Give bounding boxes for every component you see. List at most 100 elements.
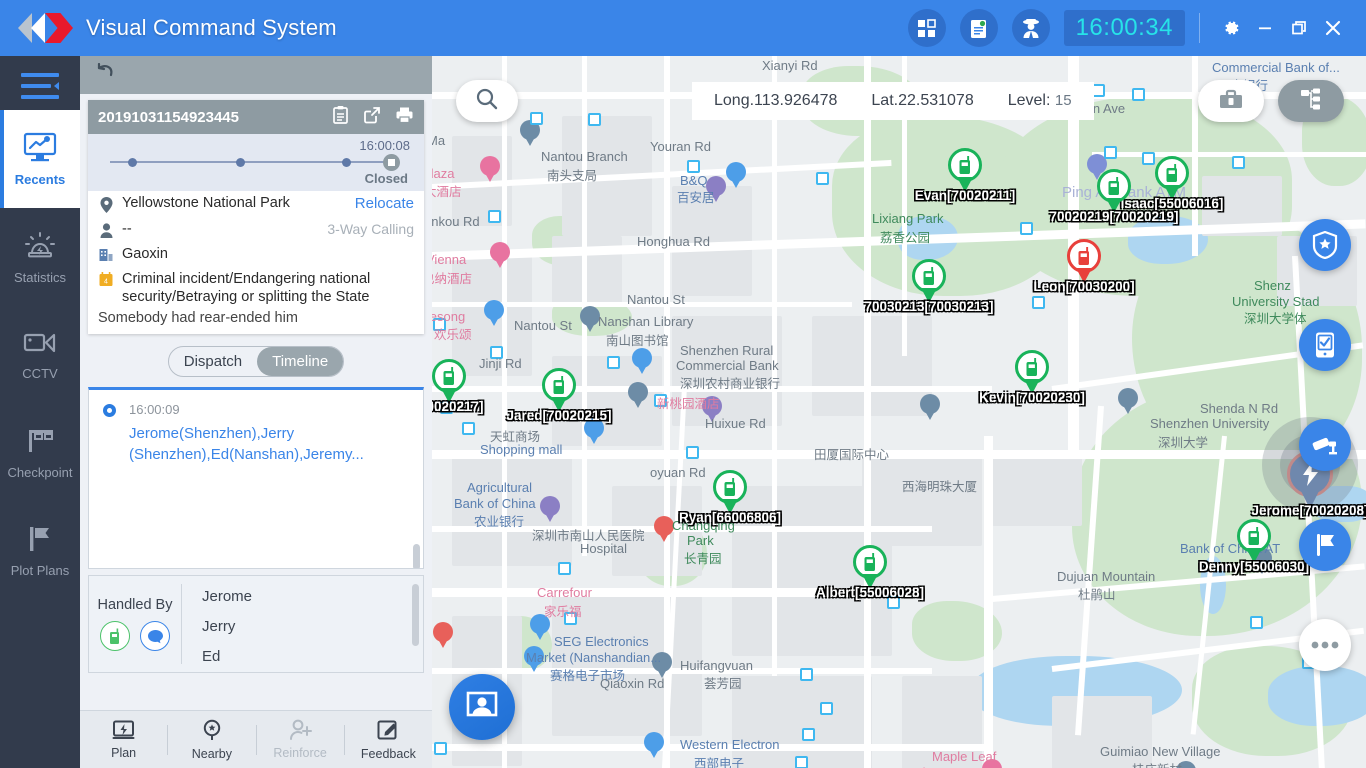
unit-marker[interactable]: 70030213[70030213]: [864, 259, 994, 314]
map-label: Xianyi Rd: [762, 58, 818, 73]
calendar-badge-icon: 4: [98, 270, 114, 287]
unit-marker[interactable]: Leon[70030200]: [1033, 239, 1135, 294]
mobile-task-button[interactable]: [1299, 319, 1351, 371]
walkie-talkie-icon: [432, 359, 466, 393]
handled-by-scrollbar[interactable]: [412, 584, 419, 646]
map-poi-pin[interactable]: [628, 382, 648, 409]
feedback-label: Feedback: [360, 746, 416, 761]
sidebar: Recents Statistics CCTV Checkpoint Plot …: [0, 56, 80, 768]
map-poi-pin[interactable]: [484, 300, 504, 327]
tab-dispatch[interactable]: Dispatch: [169, 347, 257, 376]
unit-marker[interactable]: Ryan[66006806]: [679, 470, 781, 525]
clipboard-icon[interactable]: [332, 105, 349, 129]
map-poi-pin[interactable]: [540, 496, 560, 523]
tab-timeline[interactable]: Timeline: [257, 347, 344, 376]
video-call-button[interactable]: [449, 674, 515, 740]
timeline-scrollbar[interactable]: [413, 544, 420, 568]
incident-progress: 16:00:08 Closed: [88, 134, 424, 191]
bus-stop-icon: [488, 210, 501, 223]
sidebar-item-statistics[interactable]: Statistics: [0, 208, 80, 306]
map-label: Ma: [432, 133, 446, 148]
sidebar-item-recents[interactable]: Recents: [0, 110, 80, 208]
map-label: oyuan Rd: [650, 465, 706, 480]
feedback-button[interactable]: Feedback: [345, 719, 432, 761]
titlebar-divider: [1199, 13, 1200, 43]
walkie-talkie-icon: [912, 259, 946, 293]
printer-icon[interactable]: [395, 106, 414, 129]
map-poi-pin[interactable]: [654, 516, 674, 543]
sidebar-item-label: CCTV: [22, 365, 58, 381]
unit-marker[interactable]: Albert[55006028]: [816, 545, 924, 600]
timeline-entry[interactable]: 16:00:09 Jerome(Shenzhen),Jerry (Shenzhe…: [89, 390, 423, 465]
officer-profile-button[interactable]: [1011, 9, 1050, 47]
walkie-talkie-icon: [853, 545, 887, 579]
maximize-button[interactable]: [1282, 11, 1316, 45]
location-pin-icon: [98, 195, 114, 213]
map-label: Hospital: [580, 541, 627, 556]
progress-step-1: [128, 157, 137, 167]
incident-category-row: 4 Criminal incident/Endangering national…: [88, 266, 424, 308]
relocate-link[interactable]: Relocate: [355, 195, 414, 212]
video-camera-icon: [23, 330, 57, 359]
share-icon[interactable]: [363, 106, 381, 129]
map-poi-pin[interactable]: [580, 306, 600, 333]
org-tree-button[interactable]: [1278, 80, 1344, 122]
unit-marker[interactable]: 70020219[70020219]: [1049, 169, 1179, 224]
unit-marker-label: Leon[70030200]: [1033, 279, 1135, 294]
unit-marker[interactable]: Denny[55006030]: [1199, 519, 1309, 574]
settings-gear-icon[interactable]: [1214, 11, 1248, 45]
progress-step-3: [342, 157, 351, 167]
edit-square-icon: [377, 719, 399, 744]
unit-marker[interactable]: Kevin[70020230]: [979, 350, 1085, 405]
map-poi-pin[interactable]: [726, 162, 746, 189]
nearby-button[interactable]: Nearby: [168, 719, 255, 761]
sidebar-item-label: Statistics: [13, 269, 66, 285]
map-view[interactable]: Nantou Branch 南头支局 B&Q 百安居 Plaza 大酒店 Vienna 也纳酒…: [432, 56, 1366, 768]
map-label: Shenz: [1254, 278, 1291, 293]
sidebar-item-plot-plans[interactable]: Plot Plans: [0, 502, 80, 600]
map-poi-pin[interactable]: [480, 156, 500, 183]
map-poi-pin[interactable]: [433, 622, 453, 649]
incident-caller-row: -- 3-Way Calling: [88, 217, 424, 242]
bus-stop-icon: [1142, 152, 1155, 165]
flag-marker-button[interactable]: [1299, 519, 1351, 571]
flag-icon: [23, 525, 57, 556]
map-poi-pin[interactable]: [920, 394, 940, 421]
map-label: SEG Electronics: [554, 634, 649, 649]
incident-location-row: Yellowstone National Park Relocate: [88, 191, 424, 217]
unit-marker[interactable]: [70020217]: [432, 359, 484, 414]
message-button[interactable]: [140, 621, 170, 651]
hamburger-icon[interactable]: [0, 56, 80, 110]
nearby-pin-icon: [201, 719, 223, 744]
map-poi-pin[interactable]: [632, 348, 652, 375]
map-label: 荔香公园: [880, 231, 931, 245]
sidebar-item-checkpoint[interactable]: Checkpoint: [0, 404, 80, 502]
undo-arrow-icon[interactable]: [94, 62, 116, 88]
cctv-camera-button[interactable]: [1299, 419, 1351, 471]
incident-marker-label: Jerome[70020208]: [1251, 503, 1366, 518]
map-search-button[interactable]: [456, 80, 518, 122]
bus-stop-icon: [558, 562, 571, 575]
more-options-button[interactable]: [1299, 619, 1351, 671]
radio-call-button[interactable]: [100, 621, 130, 651]
plan-button[interactable]: Plan: [80, 720, 167, 760]
toolbox-button[interactable]: [1198, 80, 1264, 122]
search-icon: [475, 87, 499, 116]
minimize-button[interactable]: [1248, 11, 1282, 45]
grid-view-button[interactable]: [907, 9, 946, 47]
unit-marker[interactable]: Jared[70020215]: [506, 368, 612, 423]
map-label: Park: [687, 533, 714, 548]
report-button[interactable]: [959, 9, 998, 47]
sidebar-item-cctv[interactable]: CCTV: [0, 306, 80, 404]
map-poi-pin[interactable]: [490, 242, 510, 269]
bus-stop-icon: [1020, 222, 1033, 235]
map-poi-pin[interactable]: [1118, 388, 1138, 415]
unit-marker[interactable]: Evan[70020211]: [915, 148, 1015, 203]
unit-marker-label: 70030213[70030213]: [864, 299, 994, 314]
zoom-level-label: Level:: [1007, 92, 1051, 109]
map-poi-pin[interactable]: [644, 732, 664, 759]
unit-marker[interactable]: Isaac[55006016]: [1121, 156, 1223, 211]
close-button[interactable]: [1316, 11, 1350, 45]
police-shield-button[interactable]: [1299, 219, 1351, 271]
bus-stop-icon: [1092, 84, 1105, 97]
